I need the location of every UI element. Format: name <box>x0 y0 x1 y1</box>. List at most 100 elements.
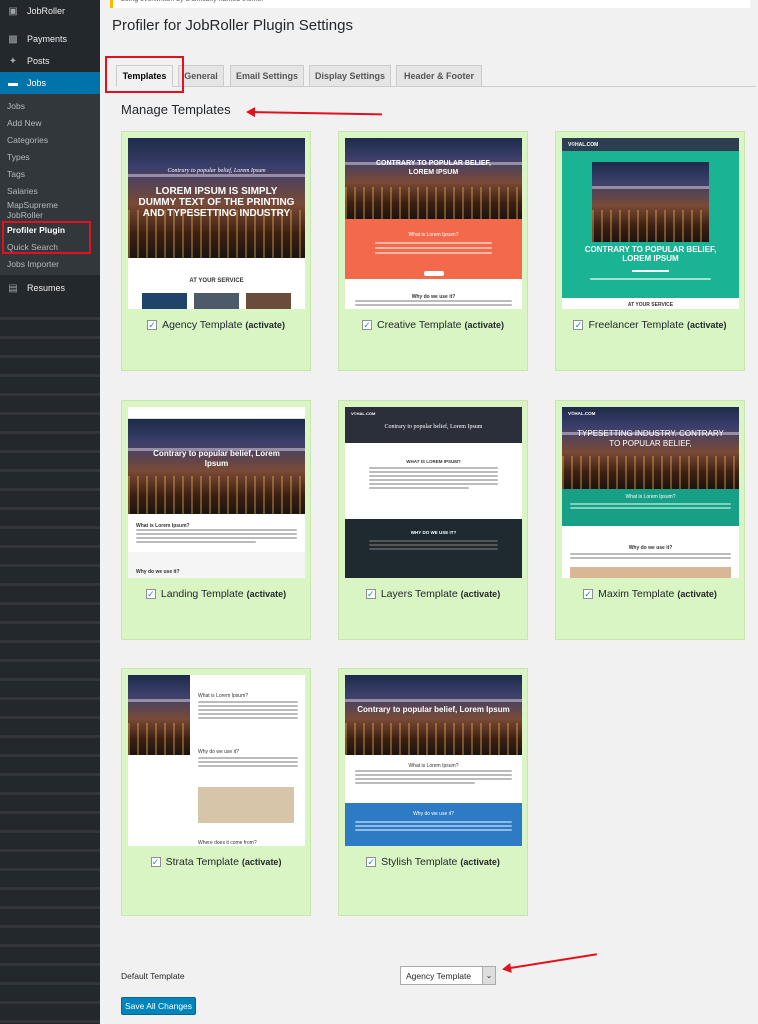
freelancer-checkbox[interactable]: ✓ <box>573 320 584 330</box>
menu-jobs[interactable]: ▬ Jobs <box>0 72 100 94</box>
landing-hero: Contrary to popular belief, Lorem Ipsum <box>153 449 280 468</box>
strata-band2: Where does it come from? <box>198 840 257 846</box>
landing-sub: What is Lorem Ipsum? <box>136 523 190 529</box>
agency-thumbnail[interactable]: Contrary to popular belief, Lorem Ipsum … <box>128 138 305 309</box>
menu-posts-label: Posts <box>27 56 50 66</box>
stylish-hero: Contrary to popular belief, Lorem Ipsum <box>357 705 510 714</box>
stylish-sub: What is Lorem Ipsum? <box>408 763 459 769</box>
default-template-value: Agency Template <box>406 970 472 981</box>
creative-checkbox[interactable]: ✓ <box>362 320 373 330</box>
layers-label: ✓ Layers Template (activate) <box>339 588 527 600</box>
strata-label: ✓ Strata Template (activate) <box>122 856 310 868</box>
stylish-label: ✓ Stylish Template (activate) <box>339 856 527 868</box>
menu-jobs-label: Jobs <box>27 78 47 88</box>
strata-activate-link[interactable]: (activate) <box>242 857 282 867</box>
menu-jobroller[interactable]: ▣ JobRoller <box>0 0 100 22</box>
menu-payments[interactable]: ▩ Payments <box>0 28 100 50</box>
landing-checkbox[interactable]: ✓ <box>145 589 156 599</box>
submenu-mapsupreme[interactable]: MapSupreme JobRoller <box>0 199 100 221</box>
template-card-layers: V©HAL.COM Contrary to popular belief, Lo… <box>338 400 528 640</box>
maxim-activate-link[interactable]: (activate) <box>677 589 717 599</box>
creative-sub: What is Lorem Ipsum? <box>408 232 459 238</box>
default-template-select[interactable]: Agency Template ⌄ <box>400 966 496 985</box>
agency-activate-link[interactable]: (activate) <box>245 320 285 330</box>
template-card-agency: Contrary to popular belief, Lorem Ipsum … <box>121 131 311 371</box>
strata-checkbox[interactable]: ✓ <box>150 857 161 867</box>
template-card-stylish: Contrary to popular belief, Lorem Ipsum … <box>338 668 528 916</box>
menu-resumes-label: Resumes <box>27 283 66 293</box>
submenu-jobs[interactable]: Jobs <box>0 97 100 114</box>
maxim-thumbnail[interactable]: V©HAL.COM TYPESETTING INDUSTRY. CONTRARY… <box>562 407 739 578</box>
layers-logo: V©HAL.COM <box>351 411 376 416</box>
layers-activate-link[interactable]: (activate) <box>461 589 501 599</box>
menu-posts[interactable]: ✦ Posts <box>0 50 100 72</box>
resumes-icon: ▤ <box>8 282 18 294</box>
agency-checkbox[interactable]: ✓ <box>147 320 158 330</box>
submenu-add-new[interactable]: Add New <box>0 114 100 131</box>
stylish-thumbnail[interactable]: Contrary to popular belief, Lorem Ipsum … <box>345 675 522 846</box>
strata-sub: What is Lorem Ipsum? <box>198 693 249 699</box>
submenu-tags[interactable]: Tags <box>0 165 100 182</box>
creative-name: Creative Template <box>377 319 462 331</box>
maxim-band: Why do we use it? <box>628 545 673 551</box>
creative-hero: CONTRARY TO POPULAR BELIEF, LOREM IPSUM <box>376 160 491 176</box>
section-title: Manage Templates <box>121 102 231 117</box>
creative-activate-link[interactable]: (activate) <box>464 320 504 330</box>
layers-checkbox[interactable]: ✓ <box>365 589 376 599</box>
menu-resumes[interactable]: ▤ Resumes <box>0 277 100 299</box>
stylish-checkbox[interactable]: ✓ <box>366 857 377 867</box>
template-card-landing: Contrary to popular belief, Lorem Ipsum … <box>121 400 311 640</box>
maxim-sub: What is Lorem Ipsum? <box>625 494 676 500</box>
template-card-freelancer: V©HAL.COM CONTRARY TO POPULAR BELIEF, LO… <box>555 131 745 371</box>
freelancer-logo: V©HAL.COM <box>568 142 599 148</box>
freelancer-band: AT YOUR SERVICE <box>627 302 674 308</box>
page-title: Profiler for JobRoller Plugin Settings <box>112 17 353 34</box>
main-content: being overwritten by a similarly named t… <box>100 0 758 1024</box>
tab-header-footer[interactable]: Header & Footer <box>396 65 482 87</box>
freelancer-label: ✓ Freelancer Template (activate) <box>556 319 744 331</box>
layers-thumbnail[interactable]: V©HAL.COM Contrary to popular belief, Lo… <box>345 407 522 578</box>
jobroller-icon: ▣ <box>8 5 18 17</box>
submenu-categories[interactable]: Categories <box>0 131 100 148</box>
layers-hero: Contrary to popular belief, Lorem Ipsum <box>384 424 483 430</box>
agency-sub: Contrary to popular belief, Lorem Ipsum <box>167 168 266 174</box>
highlight-profiler-plugin <box>2 221 91 254</box>
arrow-annotation-select <box>503 953 597 970</box>
agency-label: ✓ Agency Template (activate) <box>122 319 310 331</box>
agency-band: AT YOUR SERVICE <box>189 278 244 284</box>
admin-sidebar: ▣ JobRoller ▩ Payments ✦ Posts ▬ Jobs Jo… <box>0 0 100 1024</box>
admin-notice: being overwritten by a similarly named t… <box>110 0 750 8</box>
landing-activate-link[interactable]: (activate) <box>247 589 287 599</box>
tab-general[interactable]: General <box>178 65 224 87</box>
strata-thumbnail[interactable]: What is Lorem Ipsum? Why do we use it? W… <box>128 675 305 846</box>
template-card-creative: CONTRARY TO POPULAR BELIEF, LOREM IPSUM … <box>338 131 528 371</box>
submenu-jobs-importer[interactable]: Jobs Importer <box>0 255 100 272</box>
submenu-types[interactable]: Types <box>0 148 100 165</box>
template-card-strata: What is Lorem Ipsum? Why do we use it? W… <box>121 668 311 916</box>
maxim-label: ✓ Maxim Template (activate) <box>556 588 744 600</box>
default-template-label: Default Template <box>121 971 185 981</box>
tab-display-settings[interactable]: Display Settings <box>309 65 391 87</box>
tab-email-settings[interactable]: Email Settings <box>230 65 304 87</box>
stylish-activate-link[interactable]: (activate) <box>460 857 500 867</box>
settings-tabs: Templates General Email Settings Display… <box>116 65 756 87</box>
maxim-checkbox[interactable]: ✓ <box>583 589 594 599</box>
freelancer-activate-link[interactable]: (activate) <box>687 320 727 330</box>
landing-name: Landing Template <box>160 588 244 600</box>
save-all-changes-button[interactable]: Save All Changes <box>121 997 196 1015</box>
landing-label: ✓ Landing Template (activate) <box>122 588 310 600</box>
strata-band: Why do we use it? <box>198 749 239 755</box>
creative-thumbnail[interactable]: CONTRARY TO POPULAR BELIEF, LOREM IPSUM … <box>345 138 522 309</box>
submenu-salaries[interactable]: Salaries <box>0 182 100 199</box>
chevron-down-icon: ⌄ <box>482 967 495 984</box>
payments-icon: ▩ <box>8 33 18 45</box>
creative-band: Why do we use it? <box>411 294 456 300</box>
maxim-logo: V©HAL.COM <box>568 411 596 416</box>
maxim-hero: TYPESETTING INDUSTRY. CONTRARY TO POPULA… <box>577 429 724 448</box>
stylish-band: Why do we use it? <box>413 811 454 817</box>
freelancer-thumbnail[interactable]: V©HAL.COM CONTRARY TO POPULAR BELIEF, LO… <box>562 138 739 309</box>
highlight-templates-tab <box>105 56 184 93</box>
landing-thumbnail[interactable]: Contrary to popular belief, Lorem Ipsum … <box>128 407 305 578</box>
folder-icon: ▬ <box>8 77 18 89</box>
agency-name: Agency Template <box>162 319 243 331</box>
